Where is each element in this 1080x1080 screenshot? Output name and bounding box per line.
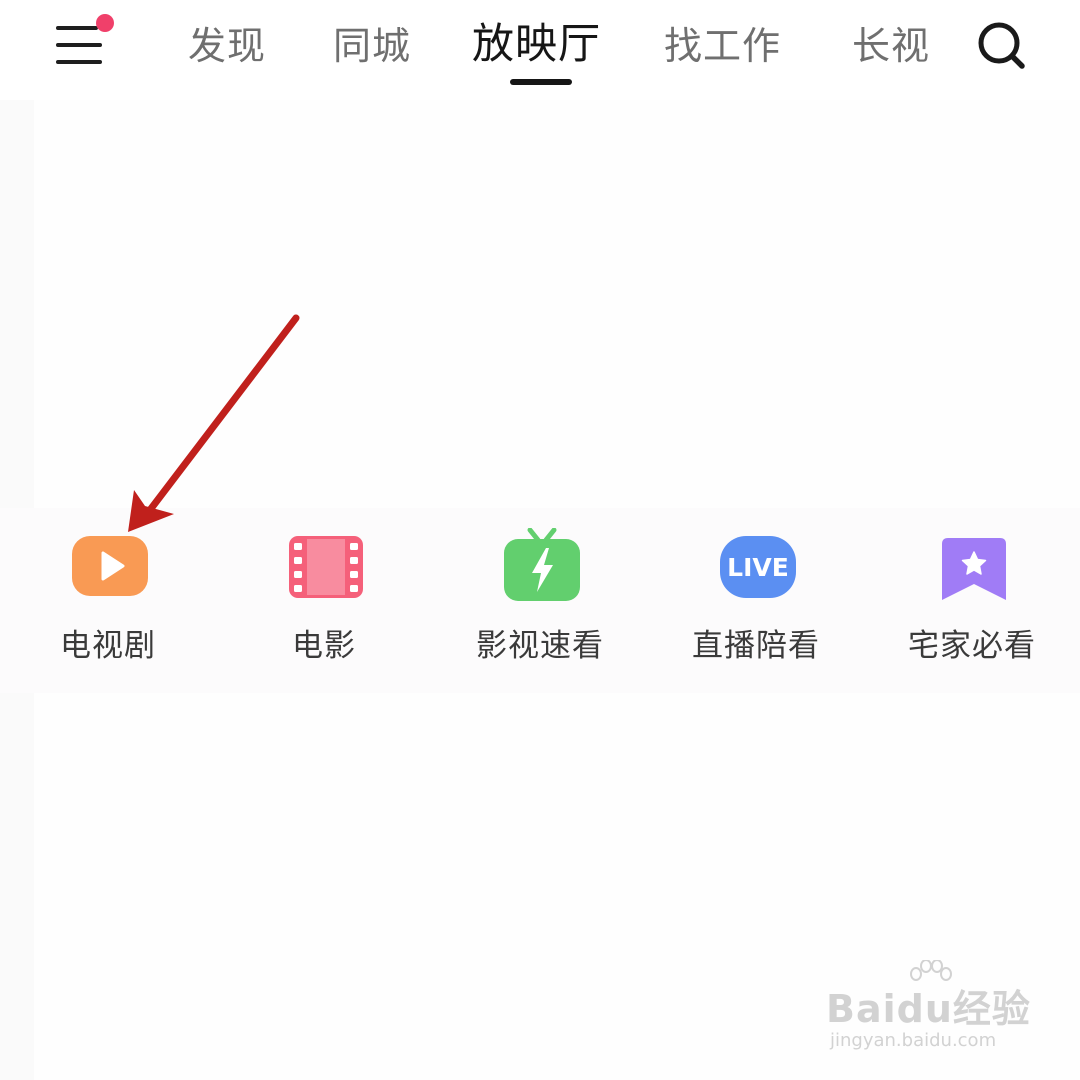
live-badge-icon: LIVE	[720, 536, 796, 598]
tab-discover[interactable]: 发现	[188, 18, 266, 74]
category-label: 直播陪看	[692, 628, 820, 664]
film-strip-icon	[289, 536, 363, 598]
category-label: 电视剧	[60, 628, 156, 664]
watermark-url: jingyan.baidu.com	[830, 1030, 997, 1051]
baidu-watermark: Baidu经验 jingyan.baidu.com	[826, 960, 1036, 1060]
category-tv-series[interactable]: 电视剧	[8, 522, 208, 672]
star-bookmark-icon	[942, 538, 1006, 600]
search-button[interactable]	[974, 18, 1030, 74]
active-tab-indicator	[510, 79, 572, 85]
search-icon	[978, 22, 1025, 69]
category-label: 影视速看	[476, 628, 604, 664]
top-nav-bar: 发现 同城 放映厅 找工作 长视	[0, 0, 1080, 100]
category-quick-watch[interactable]: 影视速看	[440, 522, 640, 672]
tab-same-city[interactable]: 同城	[333, 18, 411, 74]
tv-lightning-icon	[504, 528, 580, 601]
category-movies[interactable]: 电影	[224, 522, 424, 672]
category-live-watch[interactable]: LIVE 直播陪看	[656, 522, 856, 672]
tab-find-job[interactable]: 找工作	[664, 18, 781, 74]
tab-screening-hall[interactable]: 放映厅	[472, 16, 601, 72]
watermark-logo-text: Baidu经验	[826, 987, 1031, 1031]
live-badge-text: LIVE	[727, 553, 789, 582]
tab-overflow-fade	[925, 10, 965, 90]
tab-long-video[interactable]: 长视	[852, 18, 930, 74]
category-home-must-watch[interactable]: 宅家必看	[872, 522, 1072, 672]
play-icon	[72, 536, 148, 596]
notification-dot	[96, 14, 114, 32]
category-label: 电影	[292, 628, 356, 664]
menu-button[interactable]	[56, 14, 114, 68]
category-label: 宅家必看	[908, 628, 1036, 664]
